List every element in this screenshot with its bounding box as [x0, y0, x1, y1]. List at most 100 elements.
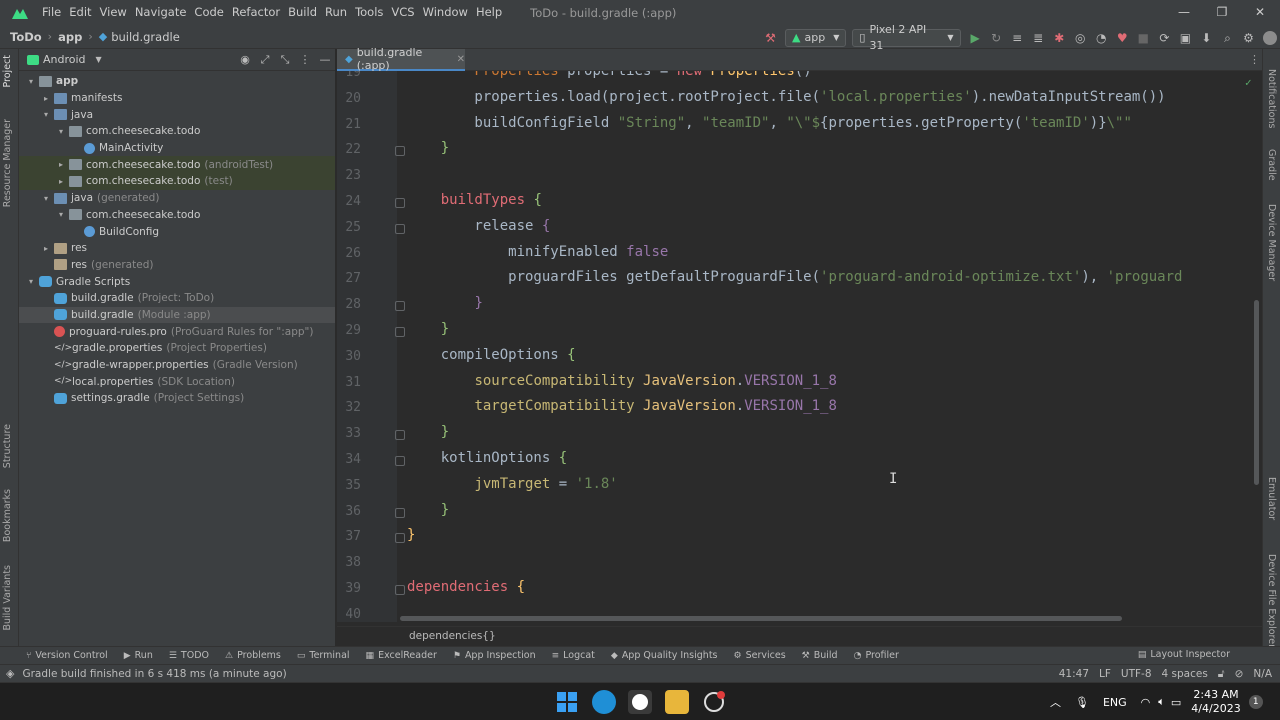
tree-item[interactable]: ▾ com.cheesecake.todo — [19, 123, 335, 140]
tree-item[interactable]: </> local.properties (SDK Location) — [19, 373, 335, 390]
tool-logcat[interactable]: ≡ Logcat — [552, 650, 595, 661]
menu-navigate[interactable]: Navigate — [131, 0, 191, 25]
tree-item[interactable]: ▸ res — [19, 240, 335, 257]
layout-inspector-button[interactable]: ▤ Layout Inspector — [1138, 649, 1246, 660]
file-explorer-icon[interactable] — [665, 690, 689, 714]
profile-icon[interactable]: ◎ — [1070, 27, 1091, 49]
code-line[interactable]: release { — [407, 218, 550, 234]
code-line[interactable]: minifyEnabled false — [407, 244, 668, 260]
stripe-gradle[interactable]: Gradle — [1266, 149, 1277, 181]
stripe-emulator[interactable]: Emulator — [1266, 477, 1277, 520]
tool-profiler[interactable]: ◔ Profiler — [854, 650, 899, 661]
chevron-right-icon[interactable]: ▸ — [55, 160, 67, 169]
tree-item[interactable]: BuildConfig — [19, 223, 335, 240]
tool-terminal[interactable]: ▭ Terminal — [297, 650, 350, 661]
menu-code[interactable]: Code — [190, 0, 227, 25]
tool-build[interactable]: ⚒ Build — [802, 650, 838, 661]
breadcrumb-module[interactable]: app — [58, 30, 82, 44]
debug-icon[interactable]: ✱ — [1049, 27, 1070, 49]
fold-marker-icon[interactable] — [395, 533, 405, 544]
word-icon[interactable] — [628, 690, 652, 714]
lock-icon[interactable]: 🔓︎ — [1218, 668, 1225, 681]
android-studio-taskbar-icon[interactable] — [702, 690, 726, 714]
code-line[interactable]: } — [407, 527, 415, 543]
caret-position[interactable]: 41:47 — [1059, 668, 1089, 680]
tree-item[interactable]: ▸ com.cheesecake.todo (test) — [19, 173, 335, 190]
menu-icon[interactable]: ≣ — [1028, 27, 1049, 49]
tool-app-quality-insights[interactable]: ◆ App Quality Insights — [611, 650, 718, 661]
stripe-notifications[interactable]: Notifications — [1266, 69, 1277, 128]
tab-build-gradle[interactable]: ◆ build.gradle (:app) ✕ — [337, 46, 465, 72]
tool-run[interactable]: ▶ Run — [124, 650, 153, 661]
tree-item[interactable]: ▾ java (generated) — [19, 190, 335, 207]
tool-todo[interactable]: ☰ TODO — [169, 650, 209, 661]
expand-all-icon[interactable]: ⤢ — [255, 53, 275, 67]
menu-tools[interactable]: Tools — [351, 0, 387, 25]
code-line[interactable]: } — [407, 321, 449, 337]
tree-item[interactable]: ▾ Gradle Scripts — [19, 273, 335, 290]
tab-options-icon[interactable]: ⋮ — [1249, 53, 1260, 66]
code-line[interactable]: buildConfigField "String", "teamID", "\"… — [407, 115, 1132, 131]
tree-item[interactable]: ▸ com.cheesecake.todo (androidTest) — [19, 156, 335, 174]
code-line[interactable]: kotlinOptions { — [407, 450, 567, 466]
settings-icon[interactable]: ⚙ — [1238, 27, 1259, 49]
maximize-icon[interactable]: ❐ — [1204, 0, 1240, 25]
chevron-down-icon[interactable]: ▾ — [40, 110, 52, 119]
fold-marker-icon[interactable] — [395, 301, 405, 312]
tool-services[interactable]: ⚙ Services — [734, 650, 786, 661]
breadcrumb-project[interactable]: ToDo — [10, 30, 42, 44]
code-line[interactable]: properties.load(project.rootProject.file… — [407, 89, 1165, 105]
project-view-mode[interactable]: Android — [43, 53, 86, 66]
menu-edit[interactable]: Edit — [65, 0, 95, 25]
menu-file[interactable]: File — [38, 0, 65, 25]
microphone-icon[interactable]: 🎙︎ — [1075, 696, 1089, 709]
code-editor[interactable]: 19 20 21 22 23 24 25 26 27 28 29 30 31 32 33 34 35 36 37 38… — [337, 71, 1262, 622]
rerun-icon[interactable]: ↻ — [986, 27, 1007, 49]
volume-icon[interactable]: 🔈︎ — [1158, 695, 1165, 709]
fold-marker-icon[interactable] — [395, 146, 405, 157]
menu-window[interactable]: Window — [419, 0, 472, 25]
stripe-device-file-explorer[interactable]: Device File Explorer — [1266, 554, 1277, 648]
chevron-down-icon[interactable]: ▾ — [55, 127, 67, 136]
code-breadcrumb[interactable]: dependencies{} — [409, 630, 496, 642]
fold-marker-icon[interactable] — [395, 430, 405, 441]
tree-item[interactable]: build.gradle (Project: ToDo) — [19, 290, 335, 307]
chevron-down-icon[interactable]: ▾ — [55, 210, 67, 219]
fold-marker-icon[interactable] — [395, 198, 405, 208]
tree-item[interactable]: ▾ app — [19, 73, 335, 90]
stripe-resource-manager[interactable]: Resource Manager — [2, 119, 13, 207]
edge-browser-icon[interactable] — [592, 690, 616, 714]
code-line[interactable]: jvmTarget = '1.8' — [407, 476, 617, 492]
menu-view[interactable]: View — [96, 0, 131, 25]
chevron-right-icon[interactable]: ▸ — [40, 94, 52, 103]
tree-item[interactable]: </> gradle-wrapper.properties (Gradle Vers… — [19, 357, 335, 374]
fold-marker-icon[interactable] — [395, 507, 405, 518]
collapse-all-icon[interactable]: ⤡ — [275, 53, 295, 67]
wifi-icon[interactable]: ◠ — [1141, 696, 1151, 709]
status-icon[interactable]: ◈ — [6, 667, 14, 680]
breadcrumb-file[interactable]: build.gradle — [111, 30, 180, 44]
hammer-icon[interactable]: ⚒ — [760, 27, 781, 49]
code-line[interactable]: sourceCompatibility JavaVersion.VERSION_… — [407, 373, 836, 389]
code-line[interactable]: targetCompatibility JavaVersion.VERSION_… — [407, 398, 836, 414]
clock[interactable]: 2:43 AM 4/4/2023 — [1191, 688, 1240, 716]
chevron-down-icon[interactable]: ▾ — [25, 77, 37, 86]
tool-excelreader[interactable]: ▦ ExcelReader — [366, 650, 437, 661]
tree-item[interactable]: settings.gradle (Project Settings) — [19, 390, 335, 407]
fold-marker-icon[interactable] — [395, 585, 405, 595]
chevron-down-icon[interactable]: ▾ — [25, 277, 37, 286]
menu-run[interactable]: Run — [321, 0, 351, 25]
tool-problems[interactable]: ⚠ Problems — [225, 650, 281, 661]
locate-icon[interactable]: ◉ — [235, 53, 255, 66]
options-icon[interactable]: ⋮ — [295, 53, 315, 66]
chevron-right-icon[interactable]: ▸ — [55, 177, 67, 186]
inspection-icon[interactable]: ⊘ — [1235, 668, 1244, 680]
tree-item[interactable]: proguard-rules.pro (ProGuard Rules for ":… — [19, 323, 335, 340]
close-window-icon[interactable]: ✕ — [1242, 0, 1278, 25]
indent-setting[interactable]: 4 spaces — [1162, 668, 1208, 680]
avatar[interactable] — [1259, 27, 1280, 49]
code-line[interactable]: } — [407, 295, 482, 311]
horizontal-scrollbar[interactable] — [400, 616, 1122, 621]
tree-item[interactable]: ▾ com.cheesecake.todo — [19, 207, 335, 224]
code-line[interactable]: } — [407, 502, 449, 518]
